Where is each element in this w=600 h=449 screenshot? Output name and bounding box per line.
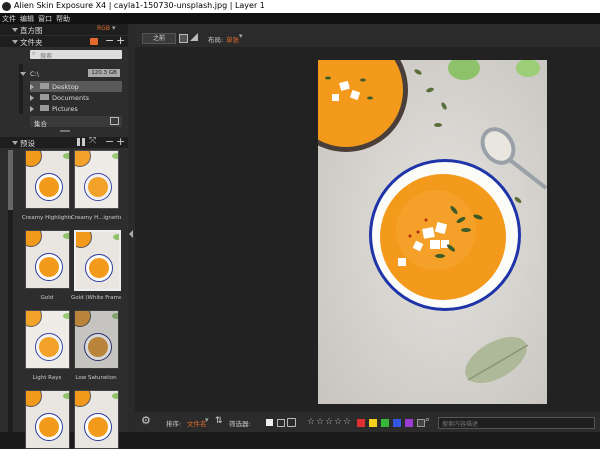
star-icon[interactable]: ☆	[325, 417, 333, 427]
resize-grip[interactable]	[60, 130, 70, 132]
preset-caption: Gold (White Frame)	[71, 295, 121, 301]
drive-row[interactable]: C:\ 120.3 GB	[20, 68, 124, 79]
folder-item-desktop[interactable]: Desktop	[30, 81, 122, 92]
preset-thumbnail[interactable]	[74, 230, 121, 291]
chevron-down-icon[interactable]	[12, 40, 18, 44]
preset-thumbnail[interactable]	[25, 310, 70, 369]
chevron-down-icon[interactable]: ▾	[112, 24, 116, 32]
minus-icon[interactable]: −	[105, 34, 114, 47]
folder-label: Documents	[52, 94, 90, 102]
collection-row[interactable]: 集合	[30, 116, 122, 128]
compare-icon[interactable]	[179, 34, 188, 43]
preset-thumbnail[interactable]	[74, 310, 119, 369]
folder-item-pictures[interactable]: Pictures	[30, 103, 122, 114]
gear-icon[interactable]: ⚙	[141, 414, 151, 427]
preset-thumbnail[interactable]	[25, 230, 70, 289]
folder-label: Desktop	[52, 83, 79, 91]
histogram-mode[interactable]: RGB	[97, 25, 110, 32]
menu-file[interactable]: 文件	[2, 14, 16, 24]
collapse-panel-icon[interactable]	[129, 230, 133, 238]
bottom-toolbar: ⚙ 排序: 文件名 ▾ ⇅ 筛选器: ☆ ☆ ☆ ☆ ☆ ⌕ 搜索内容描述	[135, 412, 600, 432]
sort-direction-icon[interactable]: ⇅	[215, 416, 223, 426]
menu-help[interactable]: 帮助	[56, 14, 70, 24]
folders-label: 文件夹	[20, 38, 43, 47]
folder-search-placeholder: 搜索	[40, 53, 53, 60]
star-icon[interactable]: ☆	[316, 417, 324, 427]
folder-item-documents[interactable]: Documents	[30, 92, 122, 103]
reject-icon[interactable]	[287, 418, 296, 427]
left-panel: 直方图 RGB ▾ 文件夹 − + ⌕ 搜索 C:\ 120.3 GB Desk…	[0, 24, 128, 449]
soup-photo-image	[318, 60, 547, 404]
presets-label: 预设	[20, 139, 35, 148]
preset-caption: Low Saturation	[75, 375, 117, 381]
color-label-purple[interactable]	[405, 419, 413, 427]
color-label-yellow[interactable]	[369, 419, 377, 427]
panel-divider[interactable]	[128, 24, 135, 432]
menu-bar: 文件 编辑 窗口 帮助	[0, 13, 600, 24]
split-view-icon[interactable]	[190, 33, 198, 41]
image-search-placeholder: 搜索内容描述	[442, 421, 479, 428]
star-icon[interactable]: ☆	[307, 417, 315, 427]
preset-thumbnail[interactable]	[25, 390, 70, 449]
star-icon[interactable]: ☆	[343, 417, 351, 427]
collection-label: 集合	[34, 120, 47, 128]
chevron-right-icon[interactable]	[30, 95, 34, 101]
histogram-label: 直方图	[20, 26, 43, 35]
sort-label: 排序:	[166, 420, 182, 428]
chevron-down-icon[interactable]: ▾	[239, 32, 243, 40]
chevron-down-icon[interactable]: ▾	[205, 416, 209, 424]
main-photo[interactable]	[318, 60, 547, 404]
color-label-green[interactable]	[381, 419, 389, 427]
preset-thumbnail[interactable]	[25, 150, 70, 209]
search-icon[interactable]: ⌕	[425, 415, 430, 425]
folders-header[interactable]: 文件夹 − +	[0, 34, 128, 47]
grid-view-icon[interactable]	[77, 138, 85, 146]
folder-icon	[40, 83, 49, 89]
color-label-blue[interactable]	[393, 419, 401, 427]
menu-window[interactable]: 窗口	[38, 14, 52, 24]
screen-icon[interactable]	[90, 38, 98, 45]
expand-icon[interactable]: ⤧	[89, 136, 96, 146]
before-button[interactable]: 之前	[142, 33, 176, 44]
preset-thumbnail[interactable]	[74, 390, 119, 449]
minus-icon[interactable]: −	[105, 135, 114, 148]
chevron-down-icon[interactable]	[20, 72, 26, 76]
presets-header[interactable]: 预设 ⤧ − +	[0, 135, 128, 148]
layout-label: 布局:	[208, 36, 224, 44]
search-icon: ⌕	[32, 50, 36, 57]
preset-caption: Creamy H...ignette	[71, 215, 121, 221]
plus-icon[interactable]: +	[116, 135, 125, 148]
folder-label: Pictures	[52, 105, 78, 113]
title-bar: Alien Skin Exposure X4 | cayla1-150730-u…	[0, 0, 600, 13]
chevron-down-icon[interactable]	[12, 141, 18, 145]
plus-icon[interactable]: +	[116, 34, 125, 47]
color-label-none[interactable]	[417, 419, 425, 427]
preset-caption: Gold	[40, 295, 54, 301]
flag-off-icon[interactable]	[277, 419, 285, 427]
view-toolbar: 之前 布局: 单张 ▾	[135, 24, 600, 47]
menu-edit[interactable]: 编辑	[20, 14, 34, 24]
folder-icon	[40, 105, 49, 111]
preset-thumbnail[interactable]	[74, 150, 119, 209]
preset-caption: Creamy Highlights	[22, 215, 72, 221]
flag-icon[interactable]	[266, 419, 273, 426]
presets-scrollbar[interactable]	[8, 150, 13, 432]
color-label-red[interactable]	[357, 419, 365, 427]
window-title: Alien Skin Exposure X4 | cayla1-150730-u…	[14, 1, 265, 10]
sort-dropdown[interactable]: 文件名	[187, 418, 207, 428]
image-search-input[interactable]: 搜索内容描述	[438, 417, 595, 429]
drive-size-badge: 120.3 GB	[88, 69, 120, 77]
drive-label: C:\	[30, 70, 39, 78]
filter-label: 筛选器:	[229, 420, 251, 428]
folder-icon	[40, 94, 49, 100]
folder-search-input[interactable]: ⌕ 搜索	[30, 50, 122, 60]
layout-dropdown[interactable]: 单张	[226, 34, 239, 44]
chevron-right-icon[interactable]	[30, 106, 34, 112]
star-icon[interactable]: ☆	[334, 417, 342, 427]
copy-icon[interactable]	[110, 117, 119, 125]
preset-caption: Light Rays	[32, 375, 62, 381]
app-logo-icon	[2, 2, 11, 11]
chevron-down-icon[interactable]	[12, 28, 18, 32]
chevron-right-icon[interactable]	[30, 84, 34, 90]
